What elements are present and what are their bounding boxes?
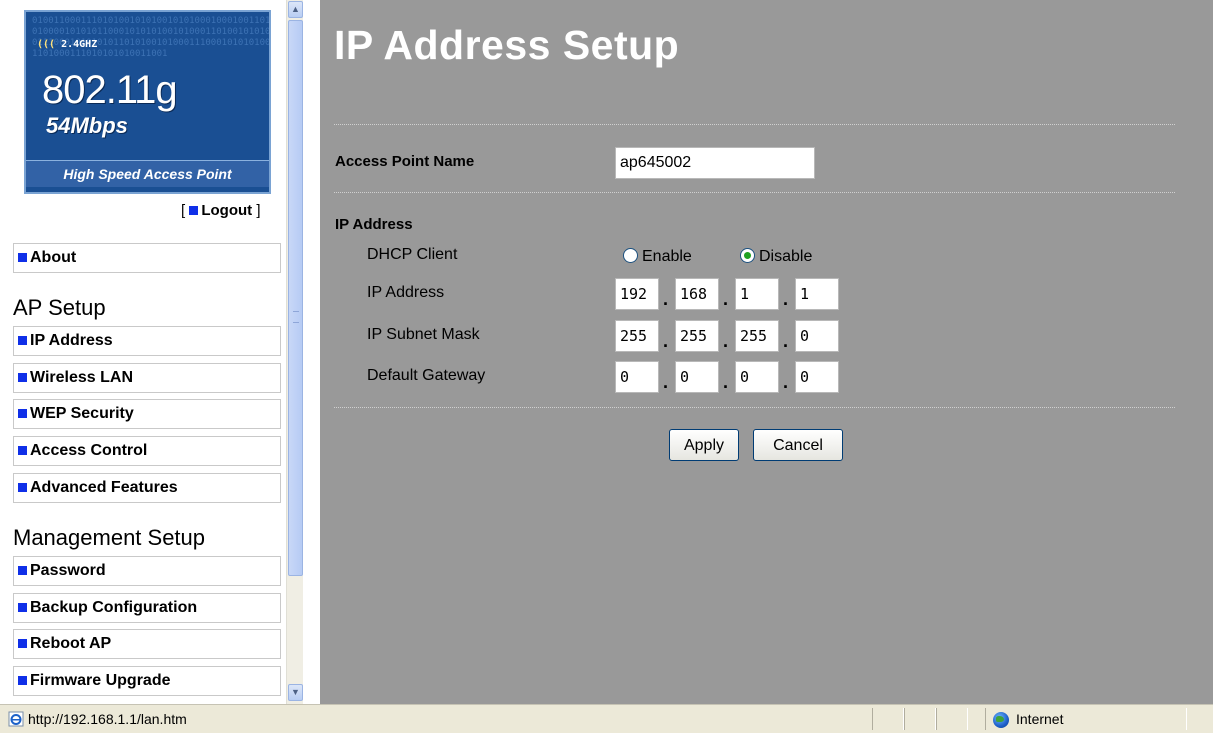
nav-item-wep-security[interactable]: WEP Security (13, 399, 281, 429)
bullet-icon (18, 336, 27, 345)
octet-separator: . (783, 289, 789, 309)
mask-octet-4-input[interactable] (795, 320, 839, 352)
dhcp-enable-radio[interactable]: Enable (623, 248, 692, 266)
ip-address-label: IP Address (367, 284, 445, 301)
page-title: IP Address Setup (334, 22, 680, 68)
nav-item-advanced-features[interactable]: Advanced Features (13, 473, 281, 503)
gateway-octet-4-input[interactable] (795, 361, 839, 393)
mask-octet-2-input[interactable] (675, 320, 719, 352)
left-nav-frame: 0100110001110101001010100101010001000100… (0, 0, 286, 704)
section-heading-management-setup: Management Setup (13, 525, 206, 550)
separator (334, 407, 1175, 408)
ip-octet-2-input[interactable] (675, 278, 719, 310)
main-content-frame: IP Address Setup Access Point Name IP Ad… (320, 0, 1213, 704)
logo-tagline: High Speed Access Point (26, 160, 269, 187)
separator (334, 192, 1175, 193)
ip-octet-3-input[interactable] (735, 278, 779, 310)
radio-checked-icon (740, 248, 755, 263)
octet-separator: . (663, 372, 669, 392)
dhcp-client-label: DHCP Client (367, 246, 458, 263)
logout-link[interactable]: [ Logout ] (181, 202, 261, 219)
bullet-icon (18, 409, 27, 418)
scrollbar-grip (293, 311, 299, 323)
status-pane (936, 708, 968, 730)
octet-separator: . (783, 331, 789, 351)
bullet-icon (18, 566, 27, 575)
nav-item-about[interactable]: About (13, 243, 281, 273)
signal-waves-icon: ((( (37, 39, 56, 50)
nav-item-ip-address[interactable]: IP Address (13, 326, 281, 356)
nav-item-reboot-ap[interactable]: Reboot AP (13, 629, 281, 659)
left-frame-scrollbar[interactable]: ▲ ▼ (286, 0, 303, 704)
mask-octet-3-input[interactable] (735, 320, 779, 352)
bullet-icon (18, 253, 27, 262)
status-pane (904, 708, 936, 730)
nav-item-wireless-lan[interactable]: Wireless LAN (13, 363, 281, 393)
logo-model: 802.11g (42, 68, 178, 112)
internet-explorer-page-icon (8, 711, 24, 727)
gateway-octet-2-input[interactable] (675, 361, 719, 393)
octet-separator: . (663, 331, 669, 351)
product-logo: 0100110001110101001010100101010001000100… (24, 10, 271, 194)
access-point-name-label: Access Point Name (335, 153, 475, 170)
bullet-icon (18, 639, 27, 648)
status-zone: Internet (1016, 711, 1064, 727)
gateway-octet-3-input[interactable] (735, 361, 779, 393)
bullet-icon (18, 676, 27, 685)
browser-status-bar: http://192.168.1.1/lan.htm Internet (0, 704, 1213, 733)
globe-icon (993, 712, 1009, 728)
octet-separator: . (663, 289, 669, 309)
status-pane (872, 708, 904, 730)
scroll-down-arrow-icon[interactable]: ▼ (288, 684, 303, 701)
octet-separator: . (783, 372, 789, 392)
nav-item-firmware-upgrade[interactable]: Firmware Upgrade (13, 666, 281, 696)
ip-octet-1-input[interactable] (615, 278, 659, 310)
radio-unchecked-icon (623, 248, 638, 263)
apply-button[interactable]: Apply (669, 429, 739, 461)
status-url: http://192.168.1.1/lan.htm (28, 711, 187, 727)
logo-speed: 54Mbps (46, 113, 128, 138)
logo-band: ((( 2.4GHZ (37, 39, 98, 50)
bullet-icon (18, 483, 27, 492)
ip-octet-4-input[interactable] (795, 278, 839, 310)
frame-divider (303, 0, 320, 704)
bullet-icon (18, 373, 27, 382)
octet-separator: . (723, 372, 729, 392)
logo-binary-pattern: 0100110001110101001010100101010001000100… (32, 16, 271, 59)
cancel-button[interactable]: Cancel (753, 429, 843, 461)
mask-octet-1-input[interactable] (615, 320, 659, 352)
gateway-octet-1-input[interactable] (615, 361, 659, 393)
separator (334, 124, 1175, 125)
access-point-name-input[interactable] (615, 147, 815, 179)
nav-item-access-control[interactable]: Access Control (13, 436, 281, 466)
bullet-icon (18, 603, 27, 612)
nav-item-password[interactable]: Password (13, 556, 281, 586)
scrollbar-thumb[interactable] (288, 20, 303, 576)
section-heading-ap-setup: AP Setup (13, 295, 106, 320)
octet-separator: . (723, 289, 729, 309)
subnet-mask-label: IP Subnet Mask (367, 326, 480, 343)
default-gateway-label: Default Gateway (367, 367, 486, 384)
octet-separator: . (723, 331, 729, 351)
dhcp-disable-radio[interactable]: Disable (740, 248, 812, 266)
ip-address-section-label: IP Address (335, 216, 413, 233)
bullet-icon (18, 446, 27, 455)
scroll-up-arrow-icon[interactable]: ▲ (288, 1, 303, 18)
bullet-icon (189, 206, 199, 215)
nav-item-backup-configuration[interactable]: Backup Configuration (13, 593, 281, 623)
